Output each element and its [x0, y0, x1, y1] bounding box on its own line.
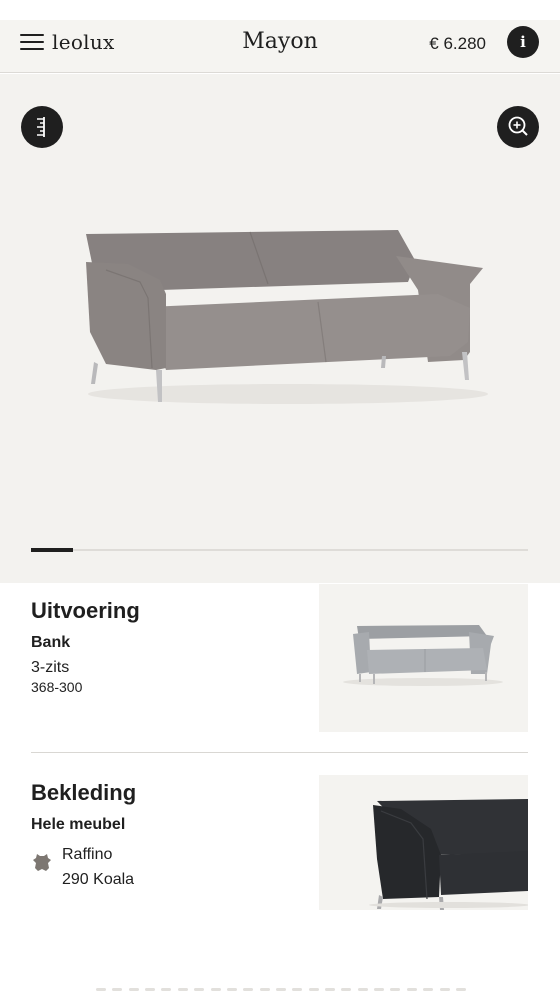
product-hero	[0, 74, 560, 583]
ruler-icon	[37, 117, 45, 137]
app-header: leolux Mayon € 6.280 i	[0, 20, 560, 73]
carousel-progress-fill	[31, 548, 74, 552]
sofa-image[interactable]	[78, 222, 498, 412]
price-label: € 6.280	[429, 34, 486, 53]
section-divider	[31, 752, 528, 753]
zoom-button[interactable]	[497, 106, 539, 148]
dimensions-button[interactable]	[21, 106, 63, 148]
carousel-progress[interactable]	[31, 548, 528, 552]
info-button[interactable]: i	[507, 26, 539, 58]
leather-material-name: Raffino	[62, 846, 113, 863]
uitvoering-thumbnail[interactable]	[319, 584, 528, 732]
leather-sofa-closeup-image	[369, 799, 528, 910]
leather-hide-icon	[33, 854, 51, 871]
bottom-edge-indicator	[96, 988, 466, 995]
zoom-in-icon	[508, 116, 528, 136]
status-bar-area	[0, 0, 560, 20]
leather-color-name: 290 Koala	[62, 871, 135, 888]
bekleding-thumbnail[interactable]	[319, 775, 528, 910]
sofa-thumbnail-image	[343, 625, 503, 686]
